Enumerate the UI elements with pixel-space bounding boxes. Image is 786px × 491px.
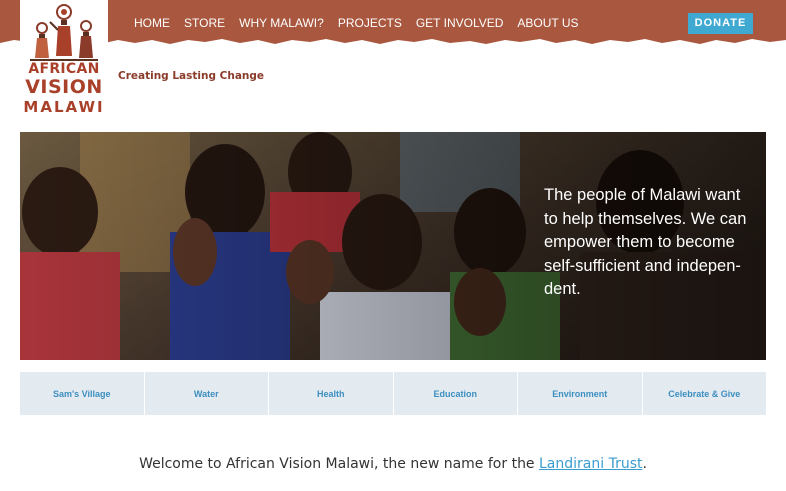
logo-line-1: AFRICAN <box>28 61 100 77</box>
nav-item-get-involved[interactable]: GET INVOLVED <box>416 16 504 30</box>
welcome-text-before: Welcome to African Vision Malawi, the ne… <box>139 456 539 472</box>
tagline: Creating Lasting Change <box>118 70 265 82</box>
nav-item-home[interactable]: HOME <box>134 16 170 30</box>
welcome-text: Welcome to African Vision Malawi, the ne… <box>0 456 786 472</box>
hero-banner: The people of Malawi want to help themse… <box>20 132 766 360</box>
logo-line-3: MALAWI <box>23 98 105 116</box>
tab-education[interactable]: Education <box>394 372 518 415</box>
donate-button[interactable]: DONATE <box>688 13 753 34</box>
hero-text: The people of Malawi want to help themse… <box>544 186 747 298</box>
landirani-trust-link[interactable]: Landirani Trust <box>539 456 642 472</box>
tab-health[interactable]: Health <box>269 372 394 415</box>
logo[interactable]: AFRICAN VISION MALAWI <box>20 0 108 126</box>
figures-carrying-baskets-icon <box>30 4 98 61</box>
main-nav: HOME STORE WHY MALAWI? PROJECTS GET INVO… <box>134 16 593 30</box>
nav-item-about-us[interactable]: ABOUT US <box>517 16 578 30</box>
tab-sams-village[interactable]: Sam's Village <box>20 372 145 415</box>
tab-celebrate-and-give[interactable]: Celebrate & Give <box>643 372 767 415</box>
tab-water[interactable]: Water <box>145 372 269 415</box>
category-tabs: Sam's Village Water Health Education Env… <box>20 372 766 415</box>
logo-line-2: VISION <box>25 76 103 98</box>
tab-environment[interactable]: Environment <box>518 372 643 415</box>
nav-item-store[interactable]: STORE <box>184 16 225 30</box>
nav-item-projects[interactable]: PROJECTS <box>338 16 402 30</box>
nav-item-why-malawi[interactable]: WHY MALAWI? <box>239 16 324 30</box>
welcome-text-after: . <box>642 456 647 472</box>
